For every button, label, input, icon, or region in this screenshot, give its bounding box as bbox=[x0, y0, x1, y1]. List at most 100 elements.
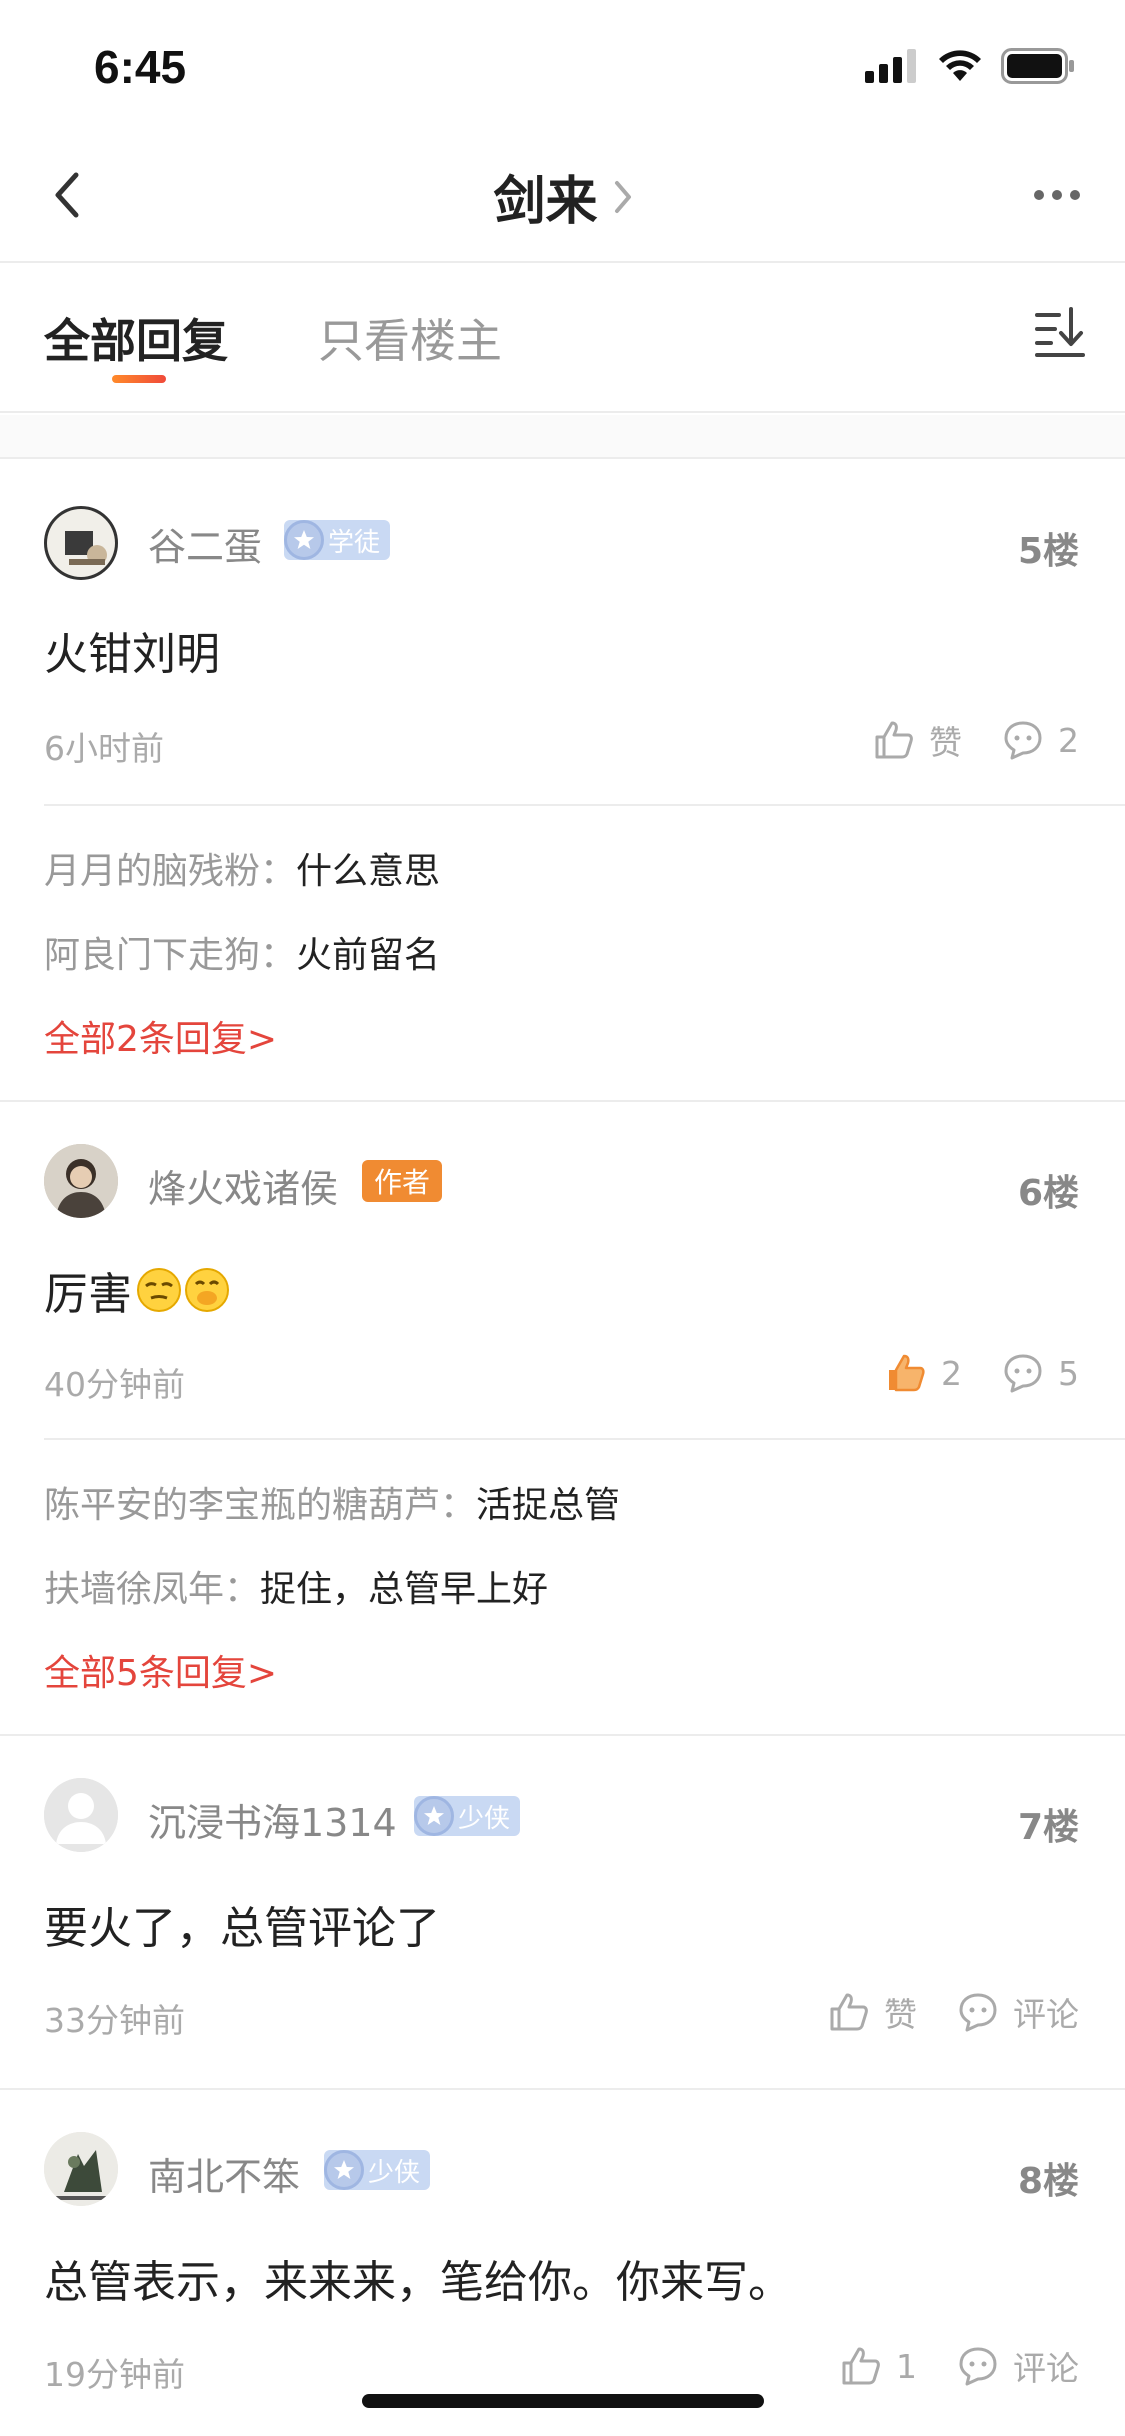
star-icon bbox=[414, 1796, 454, 1836]
post-text: 总管表示，来来来，笔给你。你来写。 bbox=[44, 2257, 792, 2308]
reply-divider bbox=[44, 1438, 1125, 1440]
comment-label: 评论 bbox=[1013, 2349, 1079, 2388]
floor-number: 5楼 bbox=[1017, 531, 1079, 572]
reply-item[interactable]: 月月的脑残粉：什么意思 bbox=[44, 842, 440, 894]
like-button[interactable]: 赞 bbox=[828, 1988, 917, 2036]
floor-number: 8楼 bbox=[1017, 2161, 1079, 2202]
post-time: 40分钟前 bbox=[44, 1365, 185, 1404]
post-text: 火钳刘明 bbox=[44, 629, 220, 680]
post-text: 要火了，总管评论了 bbox=[44, 1903, 440, 1954]
reply-text: 捉住，总管早上好 bbox=[260, 1569, 549, 1610]
comment-bubble-icon bbox=[959, 2347, 997, 2386]
reply-text: 活捉总管 bbox=[476, 1485, 621, 1526]
status-bar: 6:45 bbox=[0, 0, 1125, 135]
tabs-bar: 全部回复 只看楼主 bbox=[0, 265, 1125, 413]
like-count: 1 bbox=[896, 2346, 917, 2386]
cellular-signal-icon bbox=[865, 49, 916, 83]
avatar[interactable] bbox=[44, 1144, 118, 1218]
page-title: 剑来 bbox=[493, 172, 598, 232]
reply-username[interactable]: 陈平安的李宝瓶的糖葫芦： bbox=[44, 1485, 476, 1526]
level-badge: 少侠 bbox=[414, 1796, 521, 1836]
reply-username[interactable]: 阿良门下走狗： bbox=[44, 935, 296, 976]
comment-bubble-icon bbox=[959, 1993, 997, 2032]
level-badge: 少侠 bbox=[324, 2150, 431, 2190]
post-time: 19分钟前 bbox=[44, 2355, 185, 2394]
floor-number: 7楼 bbox=[1017, 1807, 1079, 1848]
thumbs-up-filled-icon bbox=[889, 1354, 925, 1392]
post-actions: 2 5 bbox=[885, 1352, 1079, 1394]
comment-label: 评论 bbox=[1013, 1995, 1079, 2034]
reply-text: 什么意思 bbox=[296, 851, 441, 892]
post-time: 6小时前 bbox=[44, 729, 164, 768]
star-icon bbox=[284, 520, 324, 560]
home-indicator[interactable] bbox=[362, 2394, 764, 2408]
post-text-content: 厉害 bbox=[44, 1269, 132, 1320]
sort-button[interactable] bbox=[1033, 305, 1087, 365]
comment-button[interactable]: 评论 bbox=[957, 1988, 1079, 2036]
post-actions: 赞 2 bbox=[873, 716, 1079, 764]
comment-count: 5 bbox=[1058, 1353, 1079, 1393]
post-actions: 赞 评论 bbox=[828, 1988, 1079, 2036]
thumbs-up-icon bbox=[875, 721, 913, 759]
badge-label: 少侠 bbox=[368, 2157, 421, 2188]
nav-bar: 剑来 bbox=[0, 135, 1125, 263]
post-floor-8: 南北不笨 少侠 8楼 总管表示，来来来，笔给你。你来写。 19分钟前 1 评论 bbox=[0, 2090, 1125, 2436]
reply-username[interactable]: 扶墙徐凤年： bbox=[44, 1569, 260, 1610]
comment-button[interactable]: 2 bbox=[1002, 719, 1079, 761]
like-label: 赞 bbox=[929, 723, 962, 762]
like-count: 2 bbox=[941, 1353, 962, 1393]
chevron-right-icon bbox=[614, 180, 631, 213]
like-label: 赞 bbox=[884, 1995, 917, 2034]
like-button[interactable]: 2 bbox=[885, 1352, 962, 1394]
sort-download-icon bbox=[1035, 307, 1085, 357]
default-avatar-icon bbox=[44, 1778, 118, 1852]
more-button[interactable] bbox=[1027, 175, 1087, 215]
avatar[interactable] bbox=[44, 1778, 118, 1852]
thumbs-up-icon bbox=[830, 1993, 868, 2031]
comment-button[interactable]: 5 bbox=[1002, 1352, 1079, 1394]
tab-owner-only[interactable]: 只看楼主 bbox=[318, 305, 502, 371]
reply-username[interactable]: 月月的脑残粉： bbox=[44, 851, 296, 892]
active-tab-indicator bbox=[112, 375, 166, 383]
battery-icon bbox=[1001, 48, 1074, 84]
thumbs-up-icon bbox=[842, 2347, 880, 2385]
post-actions: 1 评论 bbox=[840, 2342, 1079, 2390]
wifi-icon bbox=[939, 50, 981, 81]
username[interactable]: 沉浸书海1314 bbox=[148, 1792, 397, 1847]
section-gap bbox=[0, 415, 1125, 459]
username[interactable]: 烽火戏诸侯 bbox=[148, 1158, 338, 1213]
floor-number: 6楼 bbox=[1017, 1173, 1079, 1214]
username[interactable]: 南北不笨 bbox=[148, 2146, 300, 2201]
avatar[interactable] bbox=[44, 506, 118, 580]
badge-label: 少侠 bbox=[458, 1803, 511, 1834]
post-floor-7: 沉浸书海1314 少侠 7楼 要火了，总管评论了 33分钟前 赞 评论 bbox=[0, 1736, 1125, 2090]
level-badge: 学徒 bbox=[284, 520, 391, 560]
reply-divider bbox=[44, 804, 1125, 806]
nav-title-link[interactable]: 剑来 bbox=[0, 159, 1125, 234]
like-button[interactable]: 赞 bbox=[873, 716, 962, 764]
status-icons bbox=[865, 48, 1075, 84]
comment-bubble-icon bbox=[1004, 1354, 1042, 1393]
username[interactable]: 谷二蛋 bbox=[148, 516, 262, 571]
reply-item[interactable]: 陈平安的李宝瓶的糖葫芦：活捉总管 bbox=[44, 1476, 620, 1528]
post-floor-6: 烽火戏诸侯 作者 6楼 厉害 40分钟前 2 5 陈平安的李宝瓶的糖葫芦：活捉总… bbox=[0, 1102, 1125, 1736]
like-button[interactable]: 1 bbox=[840, 2345, 917, 2387]
status-time: 6:45 bbox=[94, 41, 187, 93]
mouth-cover-emoji bbox=[185, 1268, 229, 1312]
sly-face-emoji bbox=[137, 1268, 181, 1312]
more-dots-icon bbox=[1034, 190, 1080, 200]
post-floor-5: 谷二蛋 学徒 5楼 火钳刘明 6小时前 赞 2 月月的脑残粉：什么意思 阿良门下… bbox=[0, 460, 1125, 1102]
star-icon bbox=[324, 2150, 364, 2190]
tab-all-replies[interactable]: 全部回复 bbox=[44, 305, 228, 371]
view-all-replies-link[interactable]: 全部2条回复> bbox=[44, 1010, 277, 1062]
author-badge: 作者 bbox=[362, 1160, 443, 1202]
comment-button[interactable]: 评论 bbox=[957, 2342, 1079, 2390]
avatar[interactable] bbox=[44, 2132, 118, 2206]
reply-text: 火前留名 bbox=[296, 935, 441, 976]
reply-item[interactable]: 扶墙徐凤年：捉住，总管早上好 bbox=[44, 1560, 548, 1612]
reply-item[interactable]: 阿良门下走狗：火前留名 bbox=[44, 926, 440, 978]
badge-label: 学徒 bbox=[328, 527, 381, 558]
view-all-replies-link[interactable]: 全部5条回复> bbox=[44, 1644, 277, 1696]
comment-bubble-icon bbox=[1004, 721, 1042, 760]
comment-count: 2 bbox=[1058, 720, 1079, 760]
